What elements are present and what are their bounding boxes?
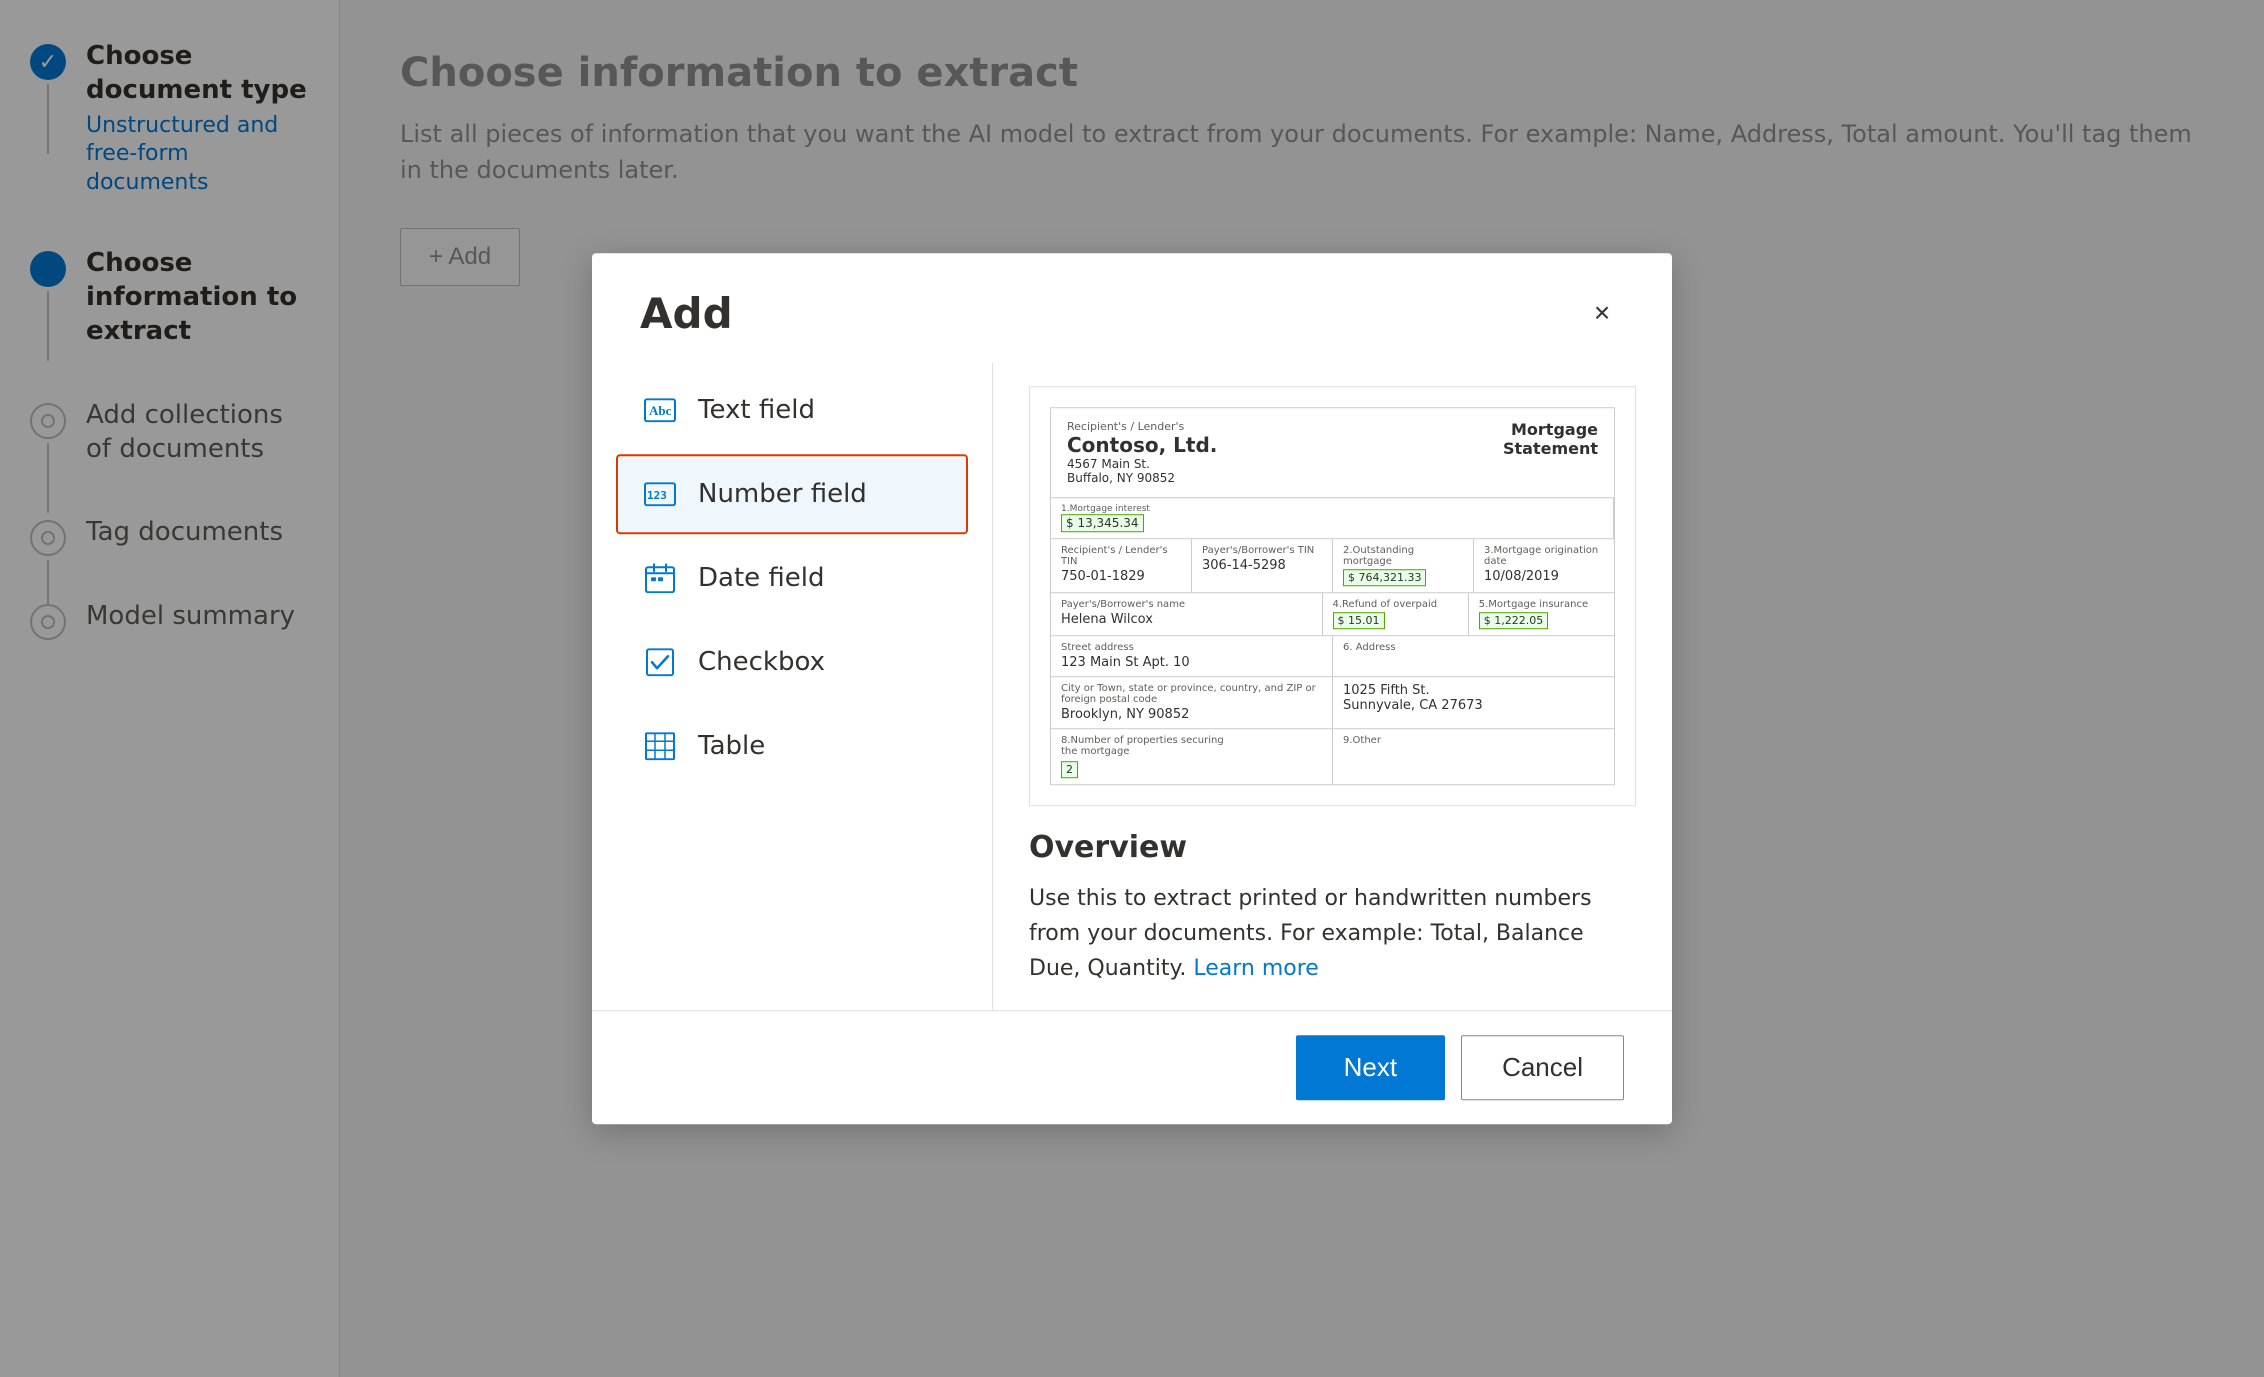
other-cell: 9.Other <box>1333 729 1614 784</box>
field-item-date[interactable]: Date field <box>616 538 968 618</box>
learn-more-link[interactable]: Learn more <box>1193 956 1318 981</box>
table-label: Table <box>698 731 765 761</box>
company-city: Buffalo, NY 90852 <box>1067 471 1217 485</box>
refund-label: 4.Refund of overpaid <box>1333 599 1458 610</box>
cancel-button[interactable]: Cancel <box>1461 1035 1624 1100</box>
date-field-icon <box>642 560 678 596</box>
mortgage-interest-label: 1.Mortgage interest <box>1061 504 1603 514</box>
city-cell: City or Town, state or province, country… <box>1051 677 1333 728</box>
overview-section: Overview Use this to extract printed or … <box>1029 830 1636 987</box>
recipient-tin-cell: Recipient's / Lender's TIN 750-01-1829 <box>1051 539 1192 592</box>
outstanding-cell: 2.Outstanding mortgage $ 764,321.33 <box>1333 539 1474 592</box>
mortgage-row-5: City or Town, state or province, country… <box>1051 677 1614 729</box>
origination-value: 10/08/2019 <box>1484 569 1604 584</box>
outstanding-label: 2.Outstanding mortgage <box>1343 545 1463 567</box>
field-item-text[interactable]: Abc Text field <box>616 370 968 450</box>
dialog-title: Add <box>640 289 733 338</box>
city-value: Brooklyn, NY 90852 <box>1061 707 1322 722</box>
number-field-icon: 123 <box>642 476 678 512</box>
mortgage-company-info: Recipient's / Lender's Contoso, Ltd. 456… <box>1067 420 1217 485</box>
field-item-checkbox[interactable]: Checkbox <box>616 622 968 702</box>
date-field-label: Date field <box>698 563 825 593</box>
field-type-list: Abc Text field 123 Number field <box>592 362 992 1011</box>
other-label: 9.Other <box>1343 735 1604 746</box>
borrower-tin-label: Payer's/Borrower's TIN <box>1202 545 1322 556</box>
insurance-value: $ 1,222.05 <box>1479 612 1548 629</box>
mortgage-interest-cell: 1.Mortgage interest $ 13,345.34 <box>1051 498 1614 538</box>
mortgage-interest-value: $ 13,345.34 <box>1061 514 1144 532</box>
insurance-label: 5.Mortgage insurance <box>1479 599 1604 610</box>
street-value: 123 Main St Apt. 10 <box>1061 655 1322 670</box>
number-field-label: Number field <box>698 479 867 509</box>
mortgage-row-3: Payer's/Borrower's name Helena Wilcox 4.… <box>1051 593 1614 636</box>
company-name: Contoso, Ltd. <box>1067 433 1217 457</box>
recipient-tin-label: Recipient's / Lender's TIN <box>1061 545 1181 567</box>
borrower-tin-cell: Payer's/Borrower's TIN 306-14-5298 <box>1192 539 1333 592</box>
dialog-header: Add × <box>592 253 1672 362</box>
borrower-name-value: Helena Wilcox <box>1061 612 1312 627</box>
dialog-body: Abc Text field 123 Number field <box>592 362 1672 1011</box>
checkbox-field-icon <box>642 644 678 680</box>
text-field-icon: Abc <box>642 392 678 428</box>
mortgage-row-6: 8.Number of properties securingthe mortg… <box>1051 729 1614 784</box>
outstanding-value: $ 764,321.33 <box>1343 569 1426 586</box>
origination-cell: 3.Mortgage origination date 10/08/2019 <box>1474 539 1614 592</box>
mortgage-header: Recipient's / Lender's Contoso, Ltd. 456… <box>1051 408 1614 498</box>
overview-title: Overview <box>1029 830 1636 865</box>
properties-cell: 8.Number of properties securingthe mortg… <box>1051 729 1333 784</box>
refund-cell: 4.Refund of overpaid $ 15.01 <box>1323 593 1469 635</box>
field-preview-panel: Recipient's / Lender's Contoso, Ltd. 456… <box>992 362 1672 1011</box>
text-field-label: Text field <box>698 395 815 425</box>
address6-label: 6. Address <box>1343 642 1604 653</box>
borrower-tin-value: 306-14-5298 <box>1202 558 1322 573</box>
mortgage-row-2: Recipient's / Lender's TIN 750-01-1829 P… <box>1051 539 1614 593</box>
address6-value: 1025 Fifth St.Sunnyvale, CA 27673 <box>1343 683 1604 713</box>
mortgage-row-4: Street address 123 Main St Apt. 10 6. Ad… <box>1051 636 1614 677</box>
origination-label: 3.Mortgage origination date <box>1484 545 1604 567</box>
recipient-label: Recipient's / Lender's <box>1067 420 1217 433</box>
street-label: Street address <box>1061 642 1322 653</box>
street-cell: Street address 123 Main St Apt. 10 <box>1051 636 1333 676</box>
mortgage-preview: Recipient's / Lender's Contoso, Ltd. 456… <box>1029 386 1636 806</box>
svg-text:Abc: Abc <box>649 403 672 418</box>
statement-type: MortgageStatement <box>1503 420 1598 485</box>
field-item-table[interactable]: Table <box>616 706 968 786</box>
address6-value-cell: 1025 Fifth St.Sunnyvale, CA 27673 <box>1333 677 1614 728</box>
next-button[interactable]: Next <box>1296 1035 1445 1100</box>
city-label: City or Town, state or province, country… <box>1061 683 1322 705</box>
recipient-tin-value: 750-01-1829 <box>1061 569 1181 584</box>
svg-text:123: 123 <box>647 489 667 502</box>
address6-cell: 6. Address <box>1333 636 1614 676</box>
dialog-footer: Next Cancel <box>592 1010 1672 1124</box>
refund-value: $ 15.01 <box>1333 612 1385 629</box>
table-field-icon <box>642 728 678 764</box>
checkbox-label: Checkbox <box>698 647 825 677</box>
properties-label: 8.Number of properties securingthe mortg… <box>1061 735 1322 757</box>
statement-type-text: MortgageStatement <box>1503 420 1598 458</box>
dialog-close-button[interactable]: × <box>1580 291 1624 335</box>
properties-value: 2 <box>1061 761 1078 778</box>
field-item-number[interactable]: 123 Number field <box>616 454 968 534</box>
mortgage-document: Recipient's / Lender's Contoso, Ltd. 456… <box>1050 407 1615 785</box>
mortgage-row-1: 1.Mortgage interest $ 13,345.34 <box>1051 498 1614 539</box>
borrower-name-cell: Payer's/Borrower's name Helena Wilcox <box>1051 593 1323 635</box>
insurance-cell: 5.Mortgage insurance $ 1,222.05 <box>1469 593 1614 635</box>
add-dialog: Add × Abc Text field <box>592 253 1672 1125</box>
borrower-name-label: Payer's/Borrower's name <box>1061 599 1312 610</box>
company-address: 4567 Main St. <box>1067 457 1217 471</box>
overview-text: Use this to extract printed or handwritt… <box>1029 881 1636 987</box>
